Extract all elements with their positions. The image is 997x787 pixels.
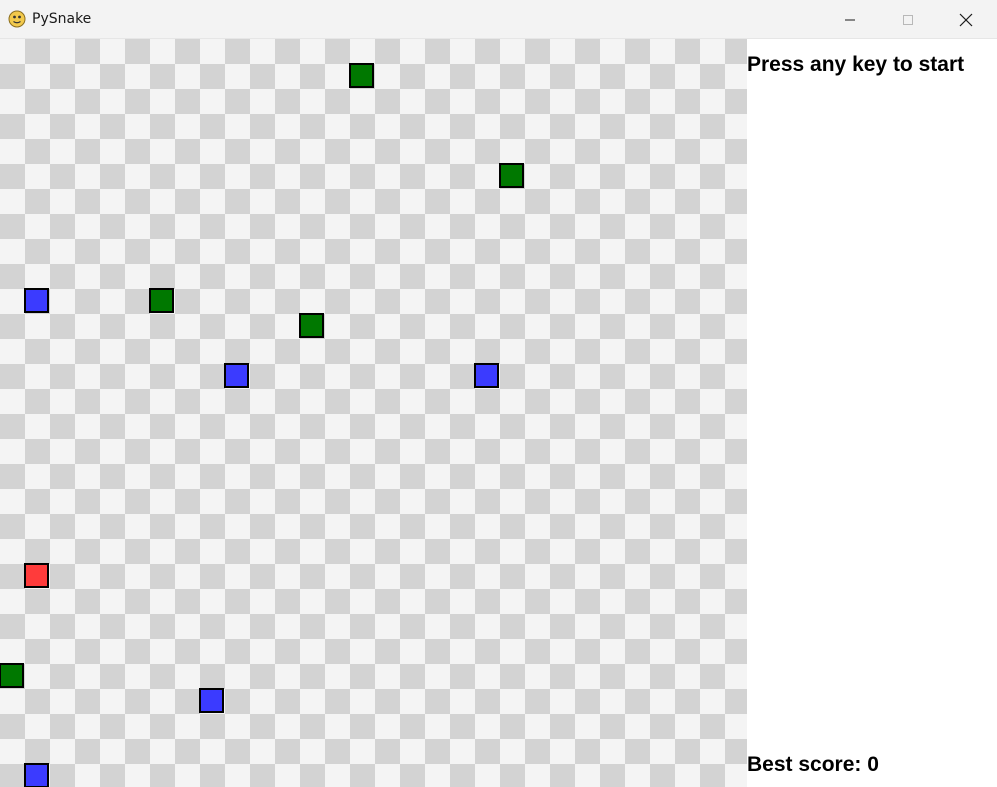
window-title: PySnake: [32, 11, 92, 27]
minimize-icon: [845, 19, 855, 20]
food-cell: [0, 663, 24, 688]
food-cell: [149, 288, 174, 313]
blue-cell: [24, 763, 49, 787]
blue-cell: [474, 363, 499, 388]
best-score: Best score: 0: [747, 753, 879, 776]
close-button[interactable]: [937, 0, 995, 39]
start-prompt: Press any key to start: [747, 53, 965, 76]
title-bar[interactable]: PySnake: [0, 0, 997, 39]
python-snake-app-icon: [8, 10, 26, 28]
blue-cell: [224, 363, 249, 388]
food-cell: [499, 163, 524, 188]
close-icon: [959, 13, 973, 26]
blue-cell: [199, 688, 224, 713]
maximize-icon: [903, 14, 913, 25]
game-window: PySnake Press any key to start Best scor…: [0, 0, 997, 787]
blue-cell: [24, 288, 49, 313]
game-board[interactable]: [0, 39, 747, 787]
info-panel: Press any key to start Best score: 0: [747, 39, 997, 787]
snake-head-cell: [24, 563, 49, 588]
food-cell: [299, 313, 324, 338]
minimize-button[interactable]: [821, 0, 879, 39]
food-cell: [349, 63, 374, 88]
maximize-button[interactable]: [879, 0, 937, 39]
